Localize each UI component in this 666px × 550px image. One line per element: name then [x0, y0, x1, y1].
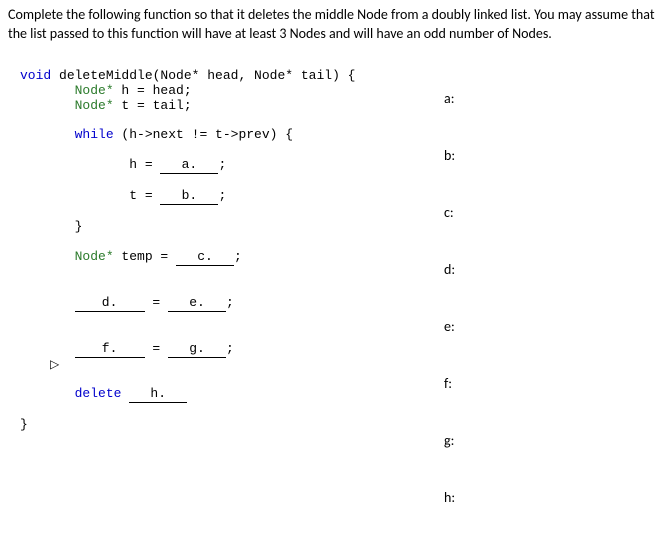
blank-c[interactable]: c.: [176, 250, 234, 266]
semi-a: ;: [218, 157, 226, 172]
answer-label-d: d:: [444, 261, 666, 278]
temp-eq: temp =: [114, 249, 176, 264]
decl-h: h = head;: [114, 83, 192, 98]
answer-label-h: h:: [444, 489, 666, 506]
type-node-h: Node*: [75, 83, 114, 98]
close-while: }: [75, 219, 83, 234]
answer-column: a: b: c: d: e: f: g: h:: [440, 54, 666, 546]
h-eq: h =: [129, 157, 160, 172]
blank-b[interactable]: b.: [160, 189, 218, 205]
answer-label-b: b:: [444, 147, 666, 164]
blank-h[interactable]: h.: [129, 387, 187, 403]
semi-c: ;: [234, 249, 242, 264]
eq-de: =: [145, 295, 168, 310]
answer-label-f: f:: [444, 375, 666, 392]
while-cond: (h->next != t->prev) {: [114, 127, 293, 142]
semi-g: ;: [226, 341, 234, 356]
problem-statement: Complete the following function so that …: [0, 0, 666, 54]
close-func: }: [20, 417, 28, 432]
answer-label-e: e:: [444, 318, 666, 335]
type-node-t: Node*: [75, 98, 114, 113]
answer-label-c: c:: [444, 204, 666, 221]
blank-d[interactable]: d.: [75, 296, 145, 312]
blank-a[interactable]: a.: [160, 158, 218, 174]
blank-e[interactable]: e.: [168, 296, 226, 312]
blank-f[interactable]: f.: [75, 342, 145, 358]
eq-fg: =: [145, 341, 168, 356]
t-eq: t =: [129, 188, 160, 203]
semi-e: ;: [226, 295, 234, 310]
answer-label-g: g:: [444, 432, 666, 449]
semi-b: ;: [218, 188, 226, 203]
decl-t: t = tail;: [114, 98, 192, 113]
code-block: void deleteMiddle(Node* head, Node* tail…: [0, 54, 440, 546]
sig-rest: deleteMiddle(Node* head, Node* tail) {: [51, 68, 355, 83]
cursor-icon: ▷: [50, 357, 59, 372]
blank-g[interactable]: g.: [168, 342, 226, 358]
answer-label-a: a:: [444, 90, 666, 107]
type-node-temp: Node*: [75, 249, 114, 264]
kw-void: void: [20, 68, 51, 83]
kw-while: while: [75, 127, 114, 142]
kw-delete: delete: [75, 386, 122, 401]
